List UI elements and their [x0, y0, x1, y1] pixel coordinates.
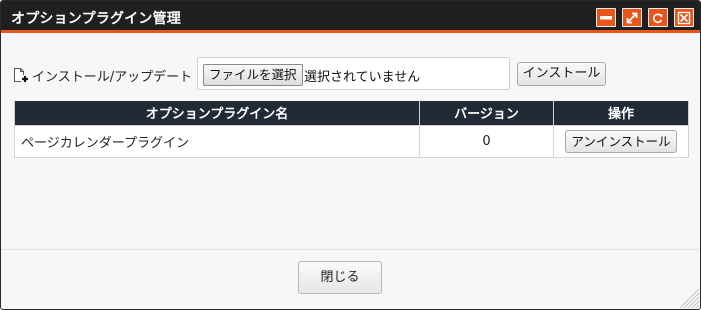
minimize-icon	[600, 15, 612, 19]
choose-file-button[interactable]: ファイルを選択	[203, 64, 303, 86]
minimize-button[interactable]	[596, 8, 616, 27]
install-button[interactable]: インストール	[517, 62, 606, 86]
column-header-plugin-name: オプションプラグイン名	[14, 101, 420, 126]
column-header-version: バージョン	[419, 101, 554, 126]
refresh-button[interactable]	[648, 8, 668, 27]
file-input[interactable]: ファイルを選択 選択されていません	[197, 57, 510, 90]
install-label-group: インストール/アップデート	[13, 66, 192, 85]
refresh-icon	[653, 13, 663, 23]
close-button[interactable]: 閉じる	[298, 261, 382, 294]
table-header-row: オプションプラグイン名 バージョン 操作	[14, 101, 689, 126]
maximize-button[interactable]	[622, 8, 642, 27]
dialog-title: オプションプラグイン管理	[11, 11, 181, 27]
plugin-action-cell: アンインストール	[553, 124, 689, 158]
plugin-manager-dialog: オプションプラグイン管理 インストール/アップデート ファイルを選択 選択されて…	[0, 0, 701, 310]
dialog-titlebar[interactable]: オプションプラグイン管理	[1, 1, 700, 33]
close-window-button[interactable]	[674, 8, 694, 27]
file-status-text: 選択されていません	[304, 70, 421, 85]
column-header-action: 操作	[553, 101, 689, 126]
footer-divider	[1, 249, 700, 250]
document-add-icon	[14, 67, 29, 83]
plugin-name-cell: ページカレンダープラグイン	[14, 124, 420, 158]
uninstall-button[interactable]: アンインストール	[565, 129, 677, 153]
plugin-table: オプションプラグイン名 バージョン 操作 ページカレンダープラグイン 0 アンイ…	[14, 101, 689, 158]
plugin-version-cell: 0	[419, 124, 554, 158]
table-row: ページカレンダープラグイン 0 アンインストール	[14, 124, 689, 158]
resize-grip-icon[interactable]	[680, 289, 700, 309]
close-icon	[677, 11, 691, 24]
install-label: インストール/アップデート	[32, 70, 193, 85]
maximize-icon	[626, 12, 638, 23]
install-row: インストール/アップデート ファイルを選択 選択されていません インストール	[13, 57, 633, 91]
